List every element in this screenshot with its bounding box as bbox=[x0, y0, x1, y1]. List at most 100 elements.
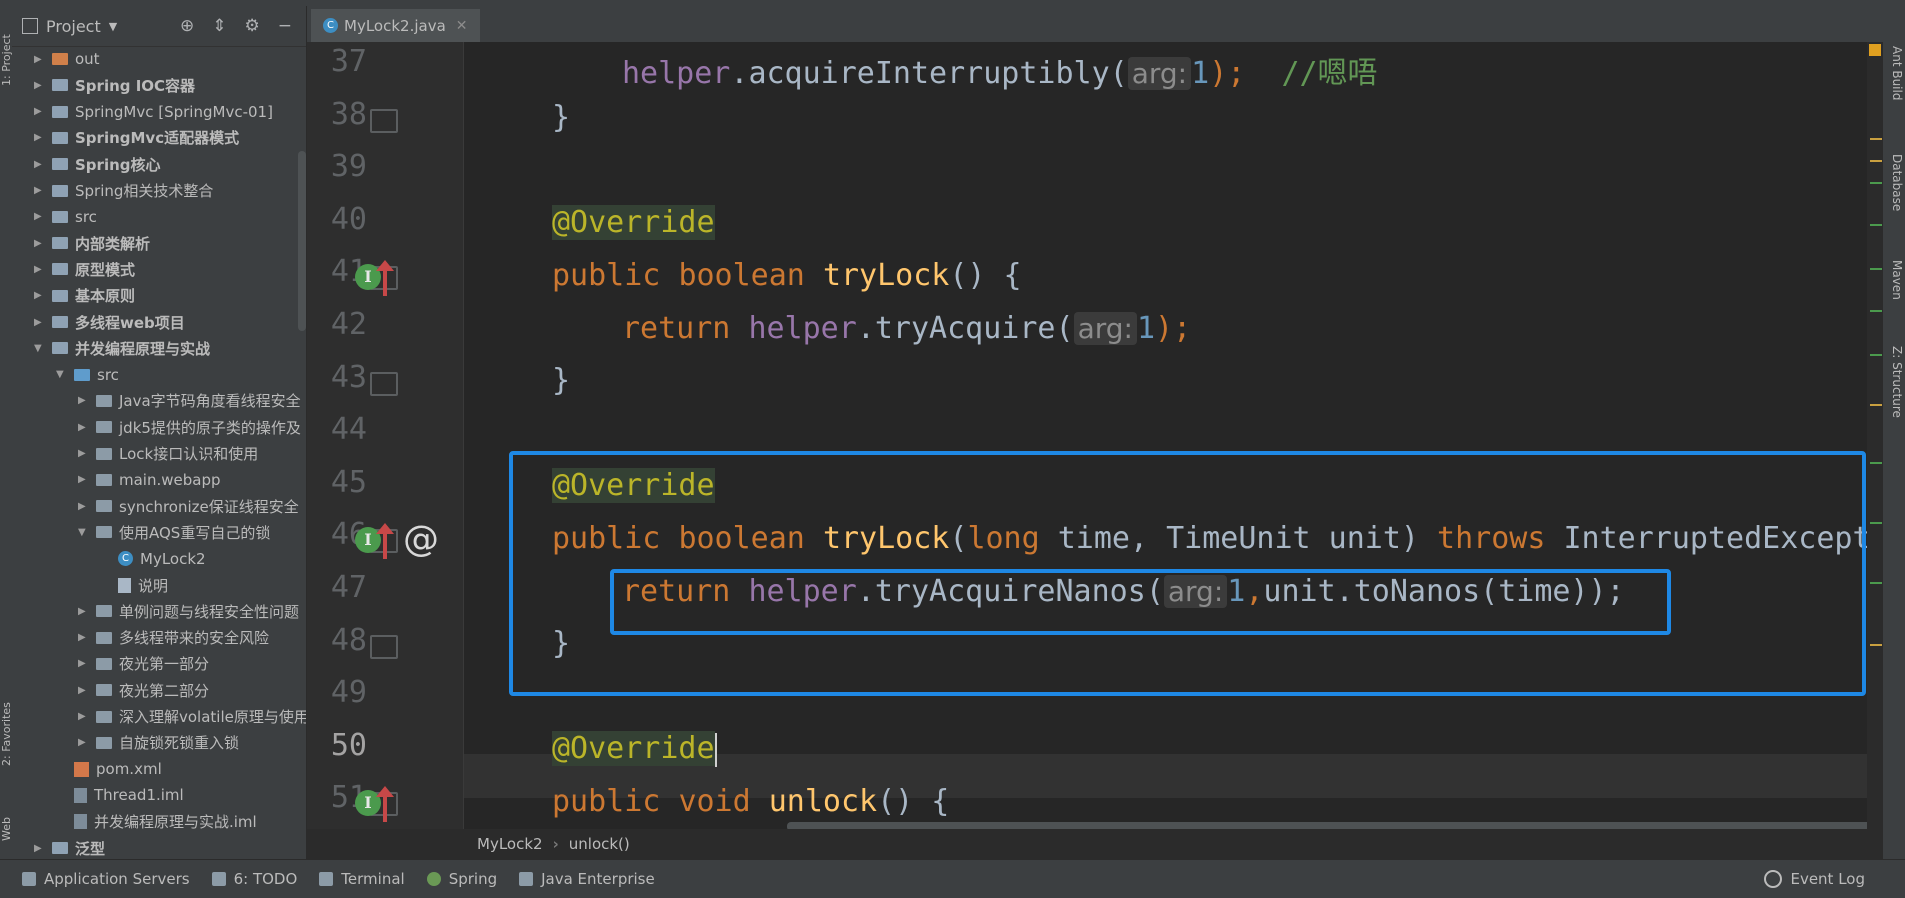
change-marker[interactable] bbox=[1870, 182, 1882, 184]
gear-icon[interactable]: ⚙ bbox=[245, 16, 260, 36]
collapse-arrow-icon[interactable]: ▶ bbox=[34, 211, 44, 222]
collapse-arrow-icon[interactable]: ▶ bbox=[78, 448, 88, 459]
tree-item[interactable]: ▶ Spring IOC容器 bbox=[12, 72, 195, 98]
tree-item[interactable]: 说明 bbox=[12, 572, 168, 598]
tree-item[interactable]: ▶ SpringMvc适配器模式 bbox=[12, 125, 239, 151]
inspection-status-icon[interactable] bbox=[1869, 44, 1881, 56]
expand-arrow-icon[interactable]: ▼ bbox=[34, 343, 44, 354]
tree-item[interactable]: ▶ 多线程带来的安全风险 bbox=[12, 625, 269, 651]
expand-arrow-icon[interactable]: ▼ bbox=[78, 527, 88, 538]
collapse-arrow-icon[interactable]: ▶ bbox=[78, 632, 88, 643]
expand-arrow-icon[interactable]: ▼ bbox=[56, 369, 66, 380]
collapse-arrow-icon[interactable]: ▶ bbox=[34, 264, 44, 275]
collapse-all-icon[interactable]: ⇕ bbox=[212, 16, 226, 36]
project-scrollbar[interactable] bbox=[298, 151, 306, 331]
java-enterprise-button[interactable]: Java Enterprise bbox=[519, 870, 655, 888]
ant-build-tool-button[interactable]: Ant Build bbox=[1886, 46, 1904, 116]
maven-tool-button[interactable]: Maven bbox=[1886, 260, 1904, 320]
tree-item[interactable]: ▶ src bbox=[12, 204, 97, 230]
collapse-arrow-icon[interactable]: ▶ bbox=[34, 185, 44, 196]
tree-item[interactable]: ▶ 内部类解析 bbox=[12, 230, 150, 256]
close-icon[interactable]: ✕ bbox=[456, 18, 468, 34]
tree-item[interactable]: ▶ Spring核心 bbox=[12, 151, 161, 177]
overrides-up-arrow-icon[interactable] bbox=[376, 523, 394, 560]
collapse-arrow-icon[interactable]: ▶ bbox=[34, 317, 44, 328]
overrides-up-arrow-icon[interactable] bbox=[376, 786, 394, 823]
tree-item[interactable]: ▶ out bbox=[12, 46, 100, 72]
tree-item[interactable]: pom.xml bbox=[12, 756, 162, 782]
annotation-at-icon[interactable]: @ bbox=[403, 519, 439, 560]
collapse-arrow-icon[interactable]: ▶ bbox=[34, 106, 44, 117]
tree-item[interactable]: ▼ src bbox=[12, 362, 119, 388]
application-servers-button[interactable]: Application Servers bbox=[22, 870, 190, 888]
fold-marker-icon[interactable] bbox=[370, 108, 398, 133]
change-marker[interactable] bbox=[1870, 522, 1882, 524]
collapse-arrow-icon[interactable]: ▶ bbox=[34, 132, 44, 143]
collapse-arrow-icon[interactable]: ▶ bbox=[78, 737, 88, 748]
tree-item[interactable]: ▶ Java字节码角度看线程安全 bbox=[12, 388, 301, 414]
web-tool-button[interactable]: Web bbox=[0, 801, 13, 841]
database-tool-button[interactable]: Database bbox=[1886, 154, 1904, 224]
tree-item[interactable]: ▼ 并发编程原理与实战 bbox=[12, 335, 210, 361]
tree-item[interactable]: ▶ Spring相关技术整合 bbox=[12, 178, 213, 204]
collapse-arrow-icon[interactable]: ▶ bbox=[34, 54, 44, 65]
breadcrumb-method[interactable]: unlock() bbox=[569, 835, 630, 853]
code-editor[interactable]: helper.acquireInterruptibly(arg: 1); //嗯唔… bbox=[307, 42, 1867, 829]
change-marker[interactable] bbox=[1870, 268, 1882, 270]
tree-item[interactable]: ▶ jdk5提供的原子类的操作及 bbox=[12, 414, 301, 440]
tree-item[interactable]: ▶ SpringMvc [SpringMvc-01] bbox=[12, 99, 273, 125]
tree-item[interactable]: ▶ 多线程web项目 bbox=[12, 309, 185, 335]
collapse-arrow-icon[interactable]: ▶ bbox=[34, 843, 44, 854]
tree-item[interactable]: 并发编程原理与实战.iml bbox=[12, 809, 257, 835]
todo-button[interactable]: 6: TODO bbox=[211, 870, 297, 888]
tree-item[interactable]: C MyLock2 bbox=[12, 546, 206, 572]
favorites-tool-button[interactable]: 2: Favorites bbox=[0, 686, 13, 766]
hide-icon[interactable]: − bbox=[278, 16, 292, 36]
tab-mylock2[interactable]: C MyLock2.java ✕ bbox=[311, 9, 480, 45]
change-marker[interactable] bbox=[1870, 582, 1882, 584]
overrides-up-arrow-icon[interactable] bbox=[376, 260, 394, 297]
tree-item[interactable]: Thread1.iml bbox=[12, 782, 184, 808]
fold-marker-icon[interactable] bbox=[370, 371, 398, 396]
warning-marker[interactable] bbox=[1870, 138, 1882, 140]
structure-tool-button[interactable]: Z: Structure bbox=[1886, 346, 1904, 436]
warning-marker[interactable] bbox=[1870, 160, 1882, 162]
tree-item[interactable]: ▶ synchronize保证线程安全 bbox=[12, 493, 299, 519]
error-stripe[interactable] bbox=[1867, 42, 1883, 829]
spring-button[interactable]: Spring bbox=[426, 870, 497, 888]
collapse-arrow-icon[interactable]: ▶ bbox=[78, 501, 88, 512]
change-marker[interactable] bbox=[1870, 462, 1882, 464]
event-log-button[interactable]: Event Log bbox=[1764, 870, 1865, 888]
collapse-arrow-icon[interactable]: ▶ bbox=[34, 80, 44, 91]
tree-item[interactable]: ▶ main.webapp bbox=[12, 467, 221, 493]
chevron-down-icon[interactable]: ▼ bbox=[109, 20, 117, 33]
tree-item[interactable]: ▶ 基本原则 bbox=[12, 283, 135, 309]
tree-item[interactable]: ▶ 夜光第一部分 bbox=[12, 651, 209, 677]
breadcrumb-class[interactable]: MyLock2 bbox=[477, 835, 543, 853]
warning-marker[interactable] bbox=[1870, 644, 1882, 646]
warning-marker[interactable] bbox=[1870, 404, 1882, 406]
tree-item[interactable]: ▶ 原型模式 bbox=[12, 256, 135, 282]
tree-item[interactable]: ▼ 使用AQS重写自己的锁 bbox=[12, 519, 270, 545]
tree-item[interactable]: ▶ 夜光第二部分 bbox=[12, 677, 209, 703]
collapse-arrow-icon[interactable]: ▶ bbox=[34, 159, 44, 170]
project-view-selector[interactable]: Project bbox=[46, 17, 101, 36]
collapse-arrow-icon[interactable]: ▶ bbox=[78, 606, 88, 617]
collapse-arrow-icon[interactable]: ▶ bbox=[78, 658, 88, 669]
tree-item[interactable]: ▶ 单例问题与线程安全性问题 bbox=[12, 598, 299, 624]
collapse-arrow-icon[interactable]: ▶ bbox=[78, 474, 88, 485]
editor-horizontal-scrollbar[interactable] bbox=[787, 822, 1867, 829]
change-marker[interactable] bbox=[1870, 354, 1882, 356]
collapse-arrow-icon[interactable]: ▶ bbox=[78, 422, 88, 433]
tree-item[interactable]: ▶ 深入理解volatile原理与使用 bbox=[12, 704, 306, 730]
locate-icon[interactable]: ⊕ bbox=[180, 16, 194, 36]
tree-item[interactable]: ▶ 泛型 bbox=[12, 835, 105, 859]
change-marker[interactable] bbox=[1870, 224, 1882, 226]
collapse-arrow-icon[interactable]: ▶ bbox=[78, 685, 88, 696]
project-tool-button[interactable]: 1: Project bbox=[0, 16, 13, 86]
terminal-button[interactable]: Terminal bbox=[319, 870, 405, 888]
collapse-arrow-icon[interactable]: ▶ bbox=[78, 711, 88, 722]
collapse-arrow-icon[interactable]: ▶ bbox=[78, 395, 88, 406]
change-marker[interactable] bbox=[1870, 310, 1882, 312]
fold-marker-icon[interactable] bbox=[370, 634, 398, 659]
